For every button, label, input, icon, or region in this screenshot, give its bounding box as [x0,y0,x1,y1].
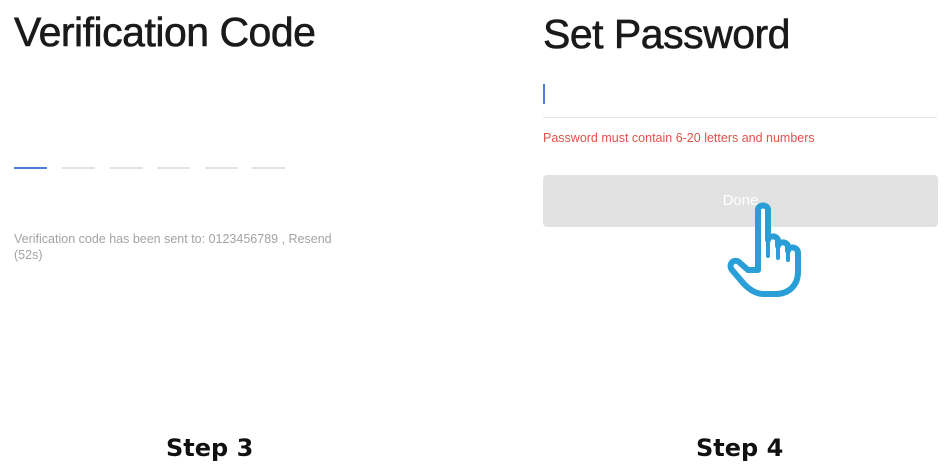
verification-code-input[interactable] [14,167,286,171]
code-slot-1[interactable] [14,167,47,169]
verification-code-screen: Verification Code Verification code has … [0,0,470,472]
set-password-screen: Set Password Password must contain 6-20 … [470,0,946,472]
code-slot-3[interactable] [110,167,143,169]
resend-link[interactable]: , Resend [282,232,332,246]
hand-pointer-icon [727,202,801,297]
step-label-4: Step 4 [696,434,784,462]
password-input[interactable] [549,81,933,111]
page-title: Set Password [543,11,791,58]
step-label-3: Step 3 [166,434,254,462]
code-sent-hint: Verification code has been sent to: 0123… [14,231,414,263]
code-slot-4[interactable] [157,167,190,169]
code-slot-5[interactable] [205,167,238,169]
resend-countdown: (52s) [14,248,43,262]
page-title: Verification Code [14,9,317,56]
code-slot-6[interactable] [252,167,285,169]
password-field[interactable] [543,77,937,118]
text-caret [543,84,545,104]
code-slot-2[interactable] [62,167,95,169]
code-sent-message: Verification code has been sent to: 0123… [14,232,279,246]
password-error-message: Password must contain 6-20 letters and n… [543,131,815,145]
